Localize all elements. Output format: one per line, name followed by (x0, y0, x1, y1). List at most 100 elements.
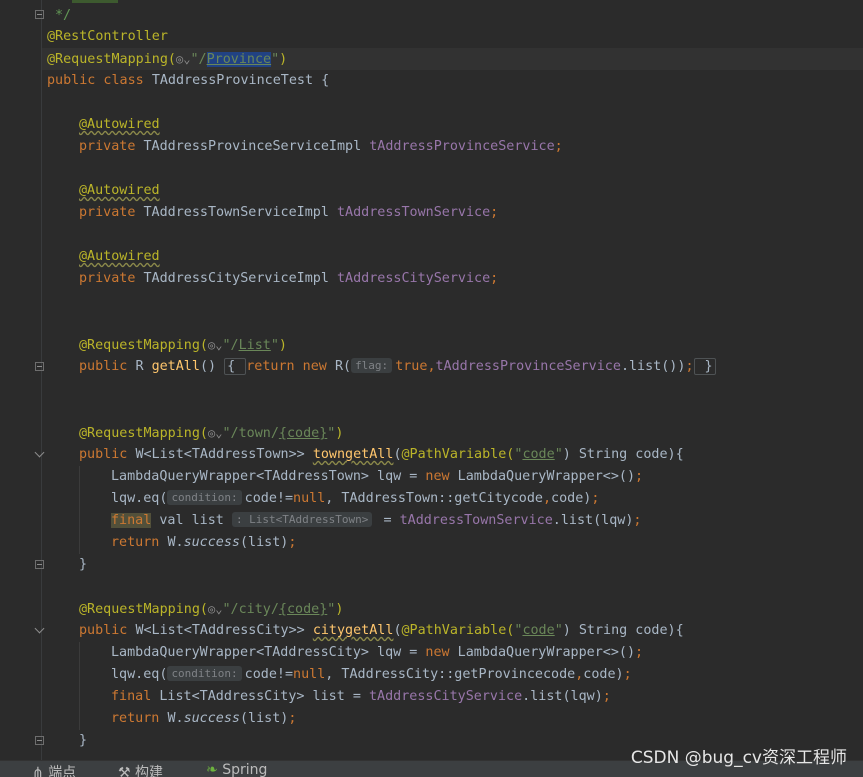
annotation: @RequestMapping( (79, 426, 208, 441)
indent-guide (79, 466, 80, 554)
keyword: private (79, 205, 144, 220)
paren: () (199, 359, 225, 374)
field-name: tAddressProvinceService (435, 359, 621, 374)
globe-icon[interactable]: ◎⌄ (208, 602, 222, 616)
semicolon: ; (591, 491, 600, 506)
code-line[interactable]: @RestController (47, 26, 168, 48)
code-line[interactable]: @RequestMapping(◎⌄"/Province") (47, 48, 287, 70)
statement: lqw.eq( (111, 491, 168, 506)
keyword: final (111, 689, 160, 704)
keyword: return (111, 535, 168, 550)
code-line[interactable]: lqw.eq(condition: code!=null, TAddressTow… (111, 488, 599, 510)
keyword: null (293, 491, 326, 506)
url-path[interactable]: List (239, 338, 271, 353)
keyword: final (111, 513, 152, 528)
code-line[interactable]: */ (55, 5, 71, 27)
code-line[interactable]: final val list : List<TAddressTown> = tA… (111, 510, 641, 532)
string-literal: "/city/ (222, 602, 279, 617)
url-path: code (522, 447, 555, 462)
statement: , TAddressCity::getProvincecode (325, 667, 576, 682)
code-line[interactable]: return W.success(list); (111, 708, 296, 730)
semicolon: ; (633, 513, 642, 528)
url-path[interactable]: {code} (279, 602, 327, 617)
folded-brace[interactable]: } (693, 358, 716, 375)
keyword: public (79, 447, 136, 462)
statement: List<TAddressCity> list = (159, 689, 369, 704)
code-line[interactable]: public R getAll() { return new R(flag: tr… (79, 356, 716, 378)
annotation: @Autowired (79, 183, 160, 198)
class-declaration: TAddressProvinceTest { (151, 73, 330, 88)
statement: W. (167, 535, 184, 550)
paren: ( (393, 447, 402, 462)
semicolon: ; (490, 205, 499, 220)
annotation: @PathVariable( (401, 623, 515, 638)
params: ) String code){ (562, 623, 684, 638)
annotation: @RequestMapping( (79, 338, 208, 353)
semicolon: ; (490, 271, 499, 286)
fold-chevron-icon[interactable] (35, 625, 45, 635)
statement: , TAddressTown::getCitycode (325, 491, 543, 506)
endpoints-label: 端点 (48, 765, 77, 777)
build-label: 构建 (135, 765, 164, 777)
code-line[interactable]: LambdaQueryWrapper<TAddressTown> lqw = n… (111, 466, 643, 488)
code-line[interactable]: public W<List<TAddressTown>> towngetAll(… (79, 444, 684, 466)
fold-marker[interactable] (35, 560, 44, 569)
code-line[interactable]: @RequestMapping(◎⌄"/town/{code}") (79, 422, 343, 444)
code-line[interactable]: } (79, 730, 87, 752)
statement: list (191, 513, 232, 528)
comma: , (542, 491, 552, 506)
keyword: true (395, 359, 428, 374)
watermark: CSDN @bug_cv资深工程师 (630, 748, 847, 768)
code-line[interactable]: @Autowired (79, 114, 160, 136)
code-line[interactable]: final List<TAddressCity> list = tAddress… (111, 686, 611, 708)
semicolon: ; (635, 469, 644, 484)
field-name: tAddressCityService (368, 689, 523, 704)
globe-icon[interactable]: ◎⌄ (208, 426, 222, 440)
statement: LambdaQueryWrapper<TAddressCity> lqw = (111, 645, 426, 660)
code-line[interactable]: public class TAddressProvinceTest { (47, 70, 329, 92)
code-line[interactable]: @RequestMapping(◎⌄"/city/{code}") (79, 598, 343, 620)
code-line[interactable]: return W.success(list); (111, 532, 296, 554)
statement: lqw.eq( (111, 667, 168, 682)
method-name: citygetAll (312, 623, 394, 638)
url-path[interactable]: Province (206, 52, 272, 67)
string-literal: "/town/ (222, 426, 279, 441)
code-line[interactable]: private TAddressTownServiceImpl tAddress… (79, 202, 498, 224)
tool-endpoints[interactable]: ⋔ 端点 (32, 762, 76, 777)
code-line[interactable]: private TAddressCityServiceImpl tAddress… (79, 268, 498, 290)
comment-end: */ (55, 8, 72, 23)
code-line[interactable]: public W<List<TAddressCity>> citygetAll(… (79, 620, 684, 642)
static-method: success (183, 535, 240, 550)
method-call: .list()) (620, 359, 686, 374)
code-line[interactable]: @Autowired (79, 246, 160, 268)
code-line[interactable]: private TAddressProvinceServiceImpl tAdd… (79, 136, 563, 158)
globe-icon[interactable]: ◎⌄ (176, 52, 190, 66)
editor-gutter[interactable] (0, 0, 46, 760)
type-name: W<List<TAddressCity>> (135, 623, 313, 638)
code-line[interactable]: LambdaQueryWrapper<TAddressCity> lqw = n… (111, 642, 643, 664)
annotation-paren: ) (335, 602, 344, 617)
code-line[interactable]: } (79, 554, 87, 576)
annotation-paren: ) (335, 426, 344, 441)
fold-marker[interactable] (35, 362, 44, 371)
type-name: TAddressTownServiceImpl (143, 205, 337, 220)
globe-icon[interactable]: ◎⌄ (208, 338, 222, 352)
fold-marker[interactable] (35, 736, 44, 745)
tool-spring[interactable]: ❧ Spring (206, 762, 267, 777)
type-hint: : List<TAddressTown> (231, 512, 373, 527)
fold-chevron-icon[interactable] (35, 449, 45, 459)
semicolon: ; (554, 139, 563, 154)
code-editor[interactable]: */ @RestController @RequestMapping(◎⌄"/P… (0, 0, 863, 760)
keyword: new (425, 645, 458, 660)
code-line[interactable]: @Autowired (79, 180, 160, 202)
keyword: private (79, 271, 144, 286)
fold-marker[interactable] (35, 10, 44, 19)
tool-build[interactable]: ⚒ 构建 (118, 762, 163, 777)
code-line[interactable]: lqw.eq(condition: code!=null, TAddressCit… (111, 664, 632, 686)
code-line[interactable]: @RequestMapping(◎⌄"/List") (79, 334, 287, 356)
param-hint: flag: (351, 358, 393, 373)
spring-label: Spring (222, 762, 268, 777)
annotation-paren: ) (279, 52, 288, 67)
url-path[interactable]: {code} (279, 426, 327, 441)
folded-brace[interactable]: { (224, 358, 247, 375)
